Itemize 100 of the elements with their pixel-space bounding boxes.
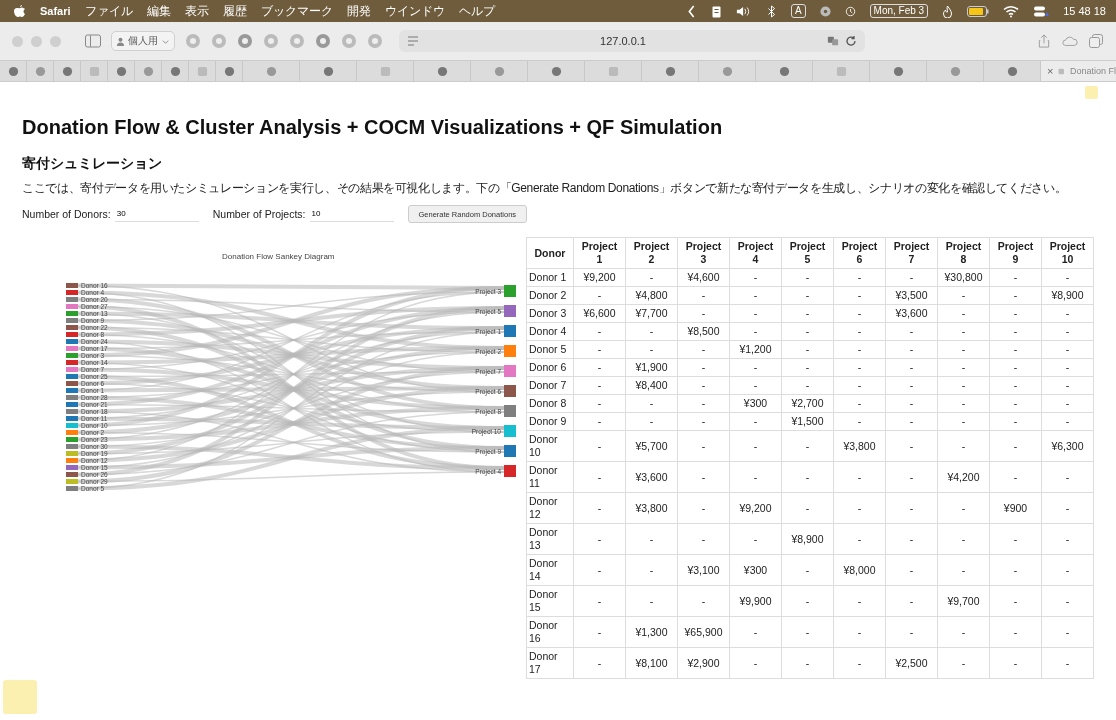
intro-paragraph: ここでは、寄付データを用いたシミュレーションを実行し、その結果を可視化します。下の「Generate Random Donations」ボタンで新たな寄付データを生成し、シナリオの変化を確認してください。 — [22, 180, 1068, 197]
extension-icon[interactable] — [289, 33, 305, 49]
menu-app-name[interactable]: Safari — [40, 5, 71, 17]
minimize-window-button[interactable] — [31, 35, 42, 47]
table-cell: - — [729, 286, 782, 305]
zoom-window-button[interactable] — [50, 35, 61, 47]
table-cell: - — [937, 322, 990, 341]
table-cell: - — [1041, 376, 1094, 395]
address-bar[interactable]: 127.0.0.1 — [399, 30, 865, 52]
clock-icon[interactable] — [844, 4, 856, 18]
apple-icon[interactable] — [14, 4, 26, 18]
table-cell: - — [1041, 554, 1094, 586]
table-cell: - — [573, 322, 626, 341]
menu-item[interactable]: ヘルプ — [458, 2, 495, 20]
input-source-indicator[interactable]: A — [790, 4, 806, 18]
table-cell: - — [781, 647, 834, 679]
table-cell: - — [677, 461, 730, 493]
table-cell: - — [833, 286, 886, 305]
table-cell: - — [729, 412, 782, 431]
table-cell: - — [885, 268, 938, 287]
table-cell: - — [781, 616, 834, 648]
table-cell: ¥2,500 — [885, 647, 938, 679]
table-cell: - — [781, 286, 834, 305]
table-cell: - — [937, 523, 990, 555]
volume-icon[interactable] — [735, 4, 752, 18]
wifi-icon[interactable] — [1003, 4, 1020, 18]
flame-icon[interactable] — [942, 4, 954, 18]
table-cell: Donor 10 — [526, 430, 574, 462]
tab-favicon-icon — [115, 65, 127, 77]
table-cell: - — [833, 412, 886, 431]
close-tab-button[interactable]: × — [1047, 65, 1054, 77]
table-cell: ¥1,300 — [625, 616, 678, 648]
table-cell: - — [625, 340, 678, 359]
broadcast-icon[interactable] — [819, 4, 831, 18]
table-cell: - — [833, 358, 886, 377]
battery-icon[interactable] — [967, 5, 990, 17]
extension-icon[interactable] — [263, 33, 279, 49]
table-cell: - — [677, 340, 730, 359]
column-header: Project 3 — [677, 237, 730, 269]
menu-item[interactable]: 編集 — [146, 2, 171, 20]
tab-favicon-icon — [550, 65, 562, 77]
column-header: Project 4 — [729, 237, 782, 269]
table-cell: - — [885, 554, 938, 586]
control-center-icon[interactable] — [1033, 4, 1050, 18]
table-cell: ¥9,200 — [573, 268, 626, 287]
share-icon[interactable] — [1036, 34, 1052, 48]
table-cell: - — [1041, 322, 1094, 341]
table-cell: - — [729, 647, 782, 679]
menu-item[interactable]: 履歴 — [222, 2, 247, 20]
extension-icon[interactable] — [185, 33, 201, 49]
table-cell: Donor 15 — [526, 585, 574, 617]
menu-item[interactable]: 表示 — [184, 2, 209, 20]
close-window-button[interactable] — [12, 35, 23, 47]
tab-overview-icon[interactable] — [1088, 34, 1104, 48]
table-cell: - — [781, 268, 834, 287]
clipboard-icon[interactable] — [710, 4, 722, 18]
menu-date[interactable]: Mon, Feb 3 — [869, 4, 929, 18]
cloud-icon[interactable] — [1062, 34, 1078, 48]
table-cell: - — [833, 492, 886, 524]
tab-favicon-icon — [34, 65, 46, 77]
table-cell: ¥3,600 — [885, 304, 938, 323]
menu-clock[interactable]: 15 48 18 — [1063, 5, 1106, 17]
table-cell: ¥30,800 — [937, 268, 990, 287]
extension-icon[interactable] — [315, 33, 331, 49]
table-cell: ¥9,200 — [729, 492, 782, 524]
table-cell: Donor 12 — [526, 492, 574, 524]
sidebar-icon[interactable] — [85, 34, 101, 48]
table-cell: - — [833, 304, 886, 323]
translate-icon[interactable] — [827, 35, 839, 47]
table-cell: ¥4,200 — [937, 461, 990, 493]
menu-item[interactable]: ブックマーク — [260, 2, 333, 20]
table-cell: ¥3,800 — [833, 430, 886, 462]
reload-icon[interactable] — [845, 35, 857, 47]
extension-icon[interactable] — [367, 33, 383, 49]
table-cell: - — [729, 461, 782, 493]
table-cell: - — [989, 358, 1042, 377]
table-cell: Donor 14 — [526, 554, 574, 586]
table-cell: - — [989, 340, 1042, 359]
page-menu-icon[interactable] — [407, 35, 419, 47]
table-cell: ¥900 — [989, 492, 1042, 524]
profile-button[interactable]: 個人用 — [111, 31, 175, 51]
chevron-left-icon[interactable] — [685, 4, 697, 18]
table-cell: - — [625, 394, 678, 413]
column-header: Project 7 — [885, 237, 938, 269]
table-cell: ¥3,500 — [885, 286, 938, 305]
browser-tab[interactable]: × Donation Fl — [1041, 61, 1116, 81]
table-cell: - — [885, 616, 938, 648]
table-cell: - — [989, 304, 1042, 323]
table-cell: Donor 6 — [526, 358, 574, 377]
table-cell: - — [573, 616, 626, 648]
menu-item[interactable]: 開発 — [346, 2, 371, 20]
table-cell: - — [781, 461, 834, 493]
bluetooth-icon[interactable] — [765, 4, 777, 18]
table-cell: - — [729, 376, 782, 395]
table-cell: - — [833, 616, 886, 648]
menu-item[interactable]: ファイル — [84, 2, 133, 20]
menu-item[interactable]: ウインドウ — [384, 2, 445, 20]
extension-icon[interactable] — [237, 33, 253, 49]
extension-icon[interactable] — [211, 33, 227, 49]
extension-icon[interactable] — [341, 33, 357, 49]
